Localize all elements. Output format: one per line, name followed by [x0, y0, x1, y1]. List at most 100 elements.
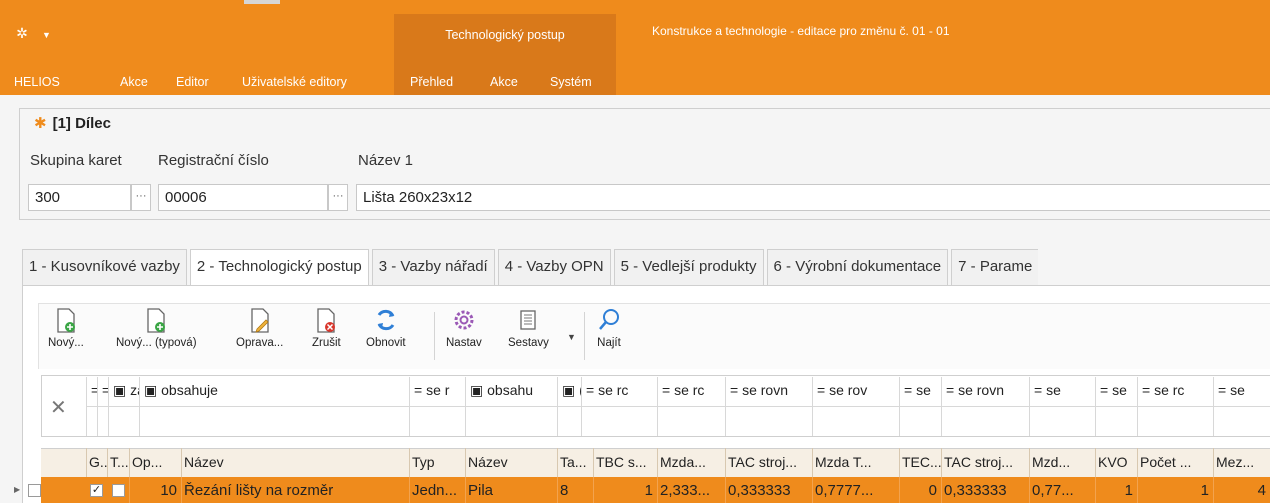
- column-header[interactable]: Mzd...: [1029, 448, 1095, 477]
- filter-cell[interactable]: = se: [1095, 377, 1137, 406]
- menu-akce[interactable]: Akce: [120, 75, 148, 89]
- column-header[interactable]: Název: [465, 448, 557, 477]
- tab-vazby-opn[interactable]: 4 - Vazby OPN: [497, 249, 611, 285]
- obnovit-button[interactable]: Obnovit: [366, 305, 406, 349]
- cell-pocet[interactable]: 1: [1137, 477, 1213, 503]
- column-header[interactable]: TAC stroj...: [725, 448, 812, 477]
- clear-filter-icon[interactable]: ✕: [50, 395, 67, 420]
- column-header[interactable]: G...: [86, 448, 107, 477]
- filter-input[interactable]: [725, 406, 812, 436]
- cell-tec[interactable]: 0: [899, 477, 941, 503]
- cell-nazev-pracoviste[interactable]: Pila: [465, 477, 557, 503]
- menu-helios[interactable]: HELIOS: [14, 75, 60, 89]
- filter-input[interactable]: [557, 406, 581, 436]
- tab-technologicky-postup[interactable]: 2 - Technologický postup: [189, 249, 369, 286]
- zrusit-button[interactable]: Zrušit: [312, 305, 341, 349]
- skupina-karet-browse-button[interactable]: ···: [131, 184, 151, 211]
- sestavy-button[interactable]: Sestavy: [508, 305, 549, 349]
- filter-cell[interactable]: = se rovn: [725, 377, 812, 406]
- tab-kusovnikove-vazby[interactable]: 1 - Kusovníkové vazby: [22, 249, 187, 285]
- filter-input[interactable]: [899, 406, 941, 436]
- menu-context-akce[interactable]: Akce: [490, 75, 518, 89]
- tab-parametry[interactable]: 7 - Parame: [951, 249, 1039, 285]
- filter-cell[interactable]: =: [86, 377, 97, 406]
- cell-nazev[interactable]: Řezání lišty na rozměr: [181, 477, 409, 503]
- filter-cell[interactable]: = se: [1029, 377, 1095, 406]
- tab-vazby-naradi[interactable]: 3 - Vazby nářadí: [371, 249, 495, 285]
- menu-uzivatelske-editory[interactable]: Uživatelské editory: [242, 75, 347, 89]
- cell-op[interactable]: 10: [129, 477, 181, 503]
- filter-input[interactable]: [812, 406, 899, 436]
- filter-cell[interactable]: ▣ (: [557, 377, 581, 406]
- cell-ta[interactable]: 8: [557, 477, 593, 503]
- filter-cell[interactable]: = se rc: [581, 377, 657, 406]
- sestavy-dropdown-icon[interactable]: ▼: [567, 332, 576, 342]
- filter-cell[interactable]: ▣ obsahuje: [139, 377, 409, 406]
- filter-input[interactable]: [409, 406, 465, 436]
- cell-mez[interactable]: 4: [1213, 477, 1270, 503]
- filter-input[interactable]: [97, 406, 108, 436]
- column-header[interactable]: Název: [181, 448, 409, 477]
- window-grip[interactable]: [244, 0, 280, 4]
- nastav-button[interactable]: Nastav: [446, 305, 482, 349]
- filter-cell[interactable]: = se rov: [812, 377, 899, 406]
- oprava-button[interactable]: Oprava...: [236, 305, 283, 349]
- filter-cell[interactable]: ▣ zą: [108, 377, 139, 406]
- filter-input[interactable]: [465, 406, 557, 436]
- column-header[interactable]: Mzda...: [657, 448, 725, 477]
- filter-input[interactable]: [1137, 406, 1213, 436]
- column-header[interactable]: Ta...: [557, 448, 593, 477]
- cell-tac-stroj-2[interactable]: 0,333333: [941, 477, 1029, 503]
- filter-input[interactable]: [1029, 406, 1095, 436]
- column-header[interactable]: Typ: [409, 448, 465, 477]
- novy-button[interactable]: Nový...: [48, 305, 84, 349]
- menu-editor[interactable]: Editor: [176, 75, 209, 89]
- cell-tac-stroj[interactable]: 0,333333: [725, 477, 812, 503]
- skupina-karet-field[interactable]: 300: [28, 184, 131, 211]
- registracni-cislo-field[interactable]: 00006: [158, 184, 328, 211]
- filter-cell[interactable]: = se rovn: [941, 377, 1029, 406]
- column-header[interactable]: Op...: [129, 448, 181, 477]
- menu-prehled[interactable]: Přehled: [410, 75, 453, 89]
- filter-input[interactable]: [86, 406, 97, 436]
- column-header[interactable]: T...: [107, 448, 129, 477]
- filter-input[interactable]: [139, 406, 409, 436]
- contextual-tab-header[interactable]: Technologický postup: [394, 28, 616, 42]
- filter-input[interactable]: [657, 406, 725, 436]
- cell-typ[interactable]: Jedn...: [409, 477, 465, 503]
- filter-cell[interactable]: =: [97, 377, 108, 406]
- column-header[interactable]: Počet ...: [1137, 448, 1213, 477]
- tab-vedlejsi-produkty[interactable]: 5 - Vedlejší produkty: [613, 249, 764, 285]
- filter-cell[interactable]: = se: [899, 377, 941, 406]
- filter-input[interactable]: [108, 406, 139, 436]
- t-checkbox[interactable]: [112, 484, 125, 497]
- g-checkbox[interactable]: ✓: [90, 484, 103, 497]
- filter-cell[interactable]: ▣ obsahu: [465, 377, 557, 406]
- tab-vyrobni-dokumentace[interactable]: 6 - Výrobní dokumentace: [766, 249, 949, 285]
- cell-tbc[interactable]: 1: [593, 477, 657, 503]
- cell-mzd[interactable]: 0,77...: [1029, 477, 1095, 503]
- filter-cell[interactable]: = se rc: [657, 377, 725, 406]
- filter-cell[interactable]: = se r: [409, 377, 465, 406]
- novy-typova-button[interactable]: Nový... (typová): [116, 305, 197, 349]
- filter-input[interactable]: [1095, 406, 1137, 436]
- menu-system[interactable]: Systém: [550, 75, 592, 89]
- cell-mzda-t[interactable]: 0,7777...: [812, 477, 899, 503]
- filter-cell[interactable]: = se rc: [1137, 377, 1213, 406]
- najit-button[interactable]: Najít: [596, 305, 622, 349]
- row-select-checkbox[interactable]: [28, 484, 41, 497]
- column-header[interactable]: TBC s...: [593, 448, 657, 477]
- nazev1-field[interactable]: Lišta 260x23x12: [356, 184, 1270, 211]
- column-header[interactable]: TAC stroj...: [941, 448, 1029, 477]
- column-header[interactable]: TEC...: [899, 448, 941, 477]
- cell-kvo[interactable]: 1: [1095, 477, 1137, 503]
- app-logo-icon[interactable]: ✲: [14, 25, 30, 42]
- filter-input[interactable]: [1213, 406, 1270, 436]
- column-header[interactable]: Mzda T...: [812, 448, 899, 477]
- filter-input[interactable]: [941, 406, 1029, 436]
- column-header[interactable]: KVO: [1095, 448, 1137, 477]
- cell-mzda[interactable]: 2,333...: [657, 477, 725, 503]
- registracni-cislo-browse-button[interactable]: ···: [328, 184, 348, 211]
- column-header[interactable]: Mez...: [1213, 448, 1270, 477]
- quick-access-dropdown-icon[interactable]: ▼: [42, 30, 51, 40]
